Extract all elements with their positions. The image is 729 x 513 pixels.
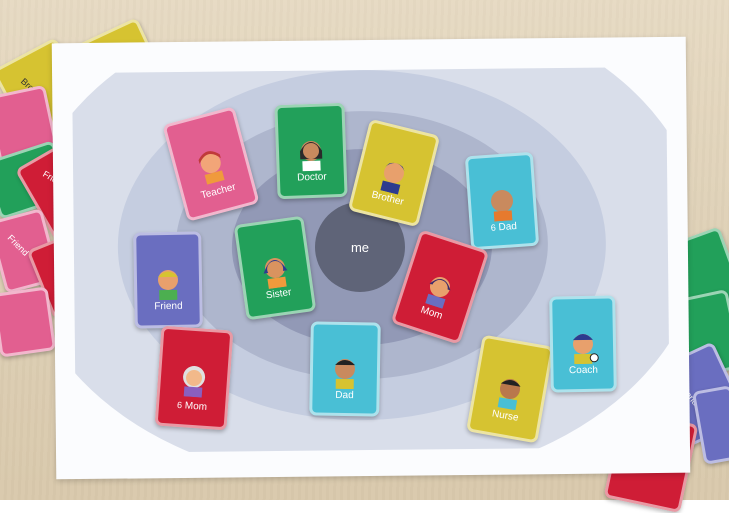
dad-avatar-icon — [334, 359, 356, 390]
card-sister[interactable]: Sister — [233, 215, 317, 321]
teacher-avatar-icon — [198, 151, 225, 185]
coach-avatar-icon — [572, 334, 599, 365]
card-label: Dad — [335, 389, 354, 401]
dad-avatar-icon — [491, 190, 514, 222]
card-friend[interactable]: Friend — [133, 231, 203, 329]
card-label: 6 Mom — [159, 398, 226, 414]
card-dad-six[interactable]: 6 Dad — [464, 151, 540, 251]
card-label: Doctor — [296, 171, 327, 184]
mom-avatar-icon — [425, 276, 451, 309]
card-label: Sister — [265, 287, 293, 302]
friend-avatar-icon — [157, 270, 178, 301]
edge-card — [0, 286, 57, 358]
doctor-avatar-icon — [300, 141, 323, 172]
nurse-avatar-icon — [497, 378, 521, 410]
card-label: Friend — [154, 301, 183, 313]
card-label-text: Mom — [184, 400, 208, 413]
card-label: Nurse — [491, 408, 520, 424]
center-label: me — [350, 239, 370, 255]
card-doctor[interactable]: Doctor — [274, 102, 348, 200]
card-label: 6 Dad — [473, 219, 536, 234]
card-mom-six[interactable]: 6 Mom — [154, 325, 234, 431]
edge-card-label: Friend — [5, 232, 31, 258]
card-coach[interactable]: Coach — [549, 295, 617, 393]
card-dad[interactable]: Dad — [309, 321, 381, 417]
card-label-text: Dad — [498, 220, 518, 233]
card-label: Coach — [568, 365, 599, 377]
sister-avatar-icon — [263, 258, 288, 290]
card-number: 6 — [490, 222, 497, 233]
grandmother-avatar-icon — [183, 366, 206, 398]
card-number: 6 — [176, 399, 183, 411]
